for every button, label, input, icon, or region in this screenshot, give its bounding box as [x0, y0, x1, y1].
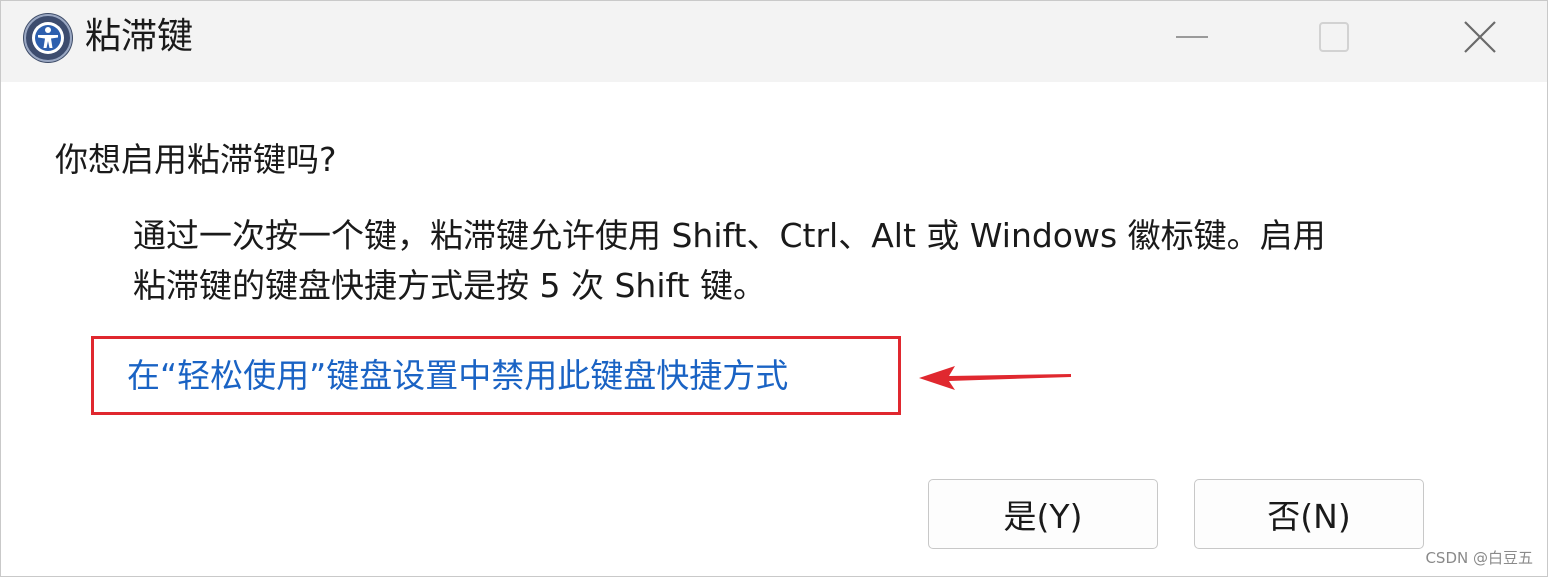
- maximize-button[interactable]: [1279, 1, 1389, 73]
- no-button[interactable]: 否(N): [1194, 479, 1424, 549]
- close-button[interactable]: [1425, 1, 1535, 73]
- arrow-left-icon: [919, 363, 1073, 393]
- yes-button[interactable]: 是(Y): [928, 479, 1158, 549]
- accessibility-icon: [23, 13, 73, 63]
- dialog-question: 你想启用粘滞键吗?: [55, 140, 337, 179]
- maximize-icon: [1319, 22, 1349, 52]
- title-bar: 粘滞键: [1, 1, 1547, 82]
- close-icon: [1464, 21, 1496, 53]
- minimize-icon: [1176, 36, 1208, 38]
- watermark: CSDN @白豆五: [1425, 549, 1533, 567]
- dialog-description: 通过一次按一个键，粘滞键允许使用 Shift、Ctrl、Alt 或 Window…: [133, 211, 1493, 311]
- description-line-2: 粘滞键的键盘快捷方式是按 5 次 Shift 键。: [133, 266, 766, 305]
- window-title: 粘滞键: [85, 16, 194, 57]
- sticky-keys-dialog: 粘滞键 你想启用粘滞键吗? 通过一次按一个键，粘滞键允许使用 Shift、Ctr…: [0, 0, 1548, 577]
- annotation-highlight-box: [91, 336, 901, 415]
- description-line-1: 通过一次按一个键，粘滞键允许使用 Shift、Ctrl、Alt 或 Window…: [133, 216, 1326, 255]
- minimize-button[interactable]: [1137, 1, 1247, 73]
